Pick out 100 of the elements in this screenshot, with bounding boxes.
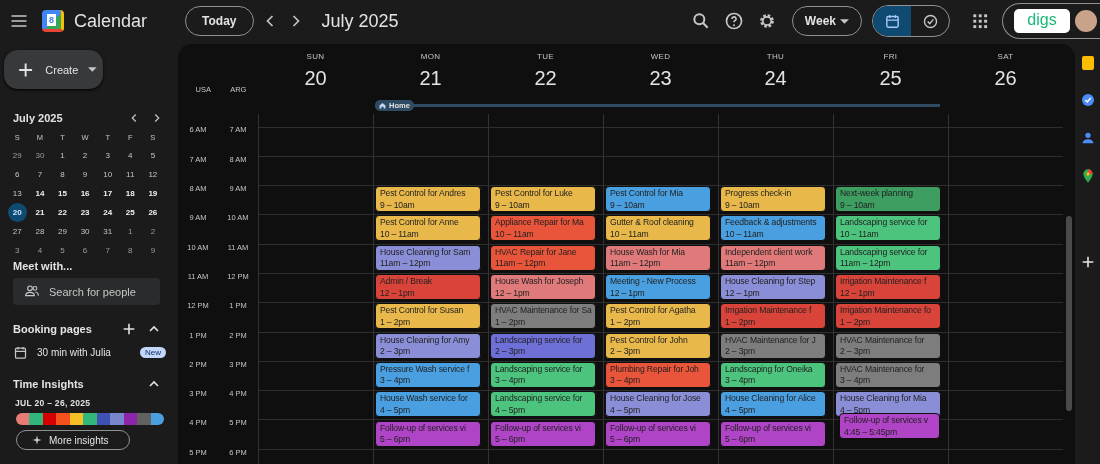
event-block[interactable]: House Cleaning for Jose 4 – 5pm bbox=[605, 391, 711, 418]
event-block[interactable]: Plumbing Repair for Joh 3 – 4pm bbox=[605, 361, 711, 388]
event-block[interactable]: House Cleaning for Alice 4 – 5pm bbox=[720, 391, 826, 418]
date-cell[interactable]: 9 bbox=[73, 165, 97, 184]
event-block[interactable]: HVAC Maintenance for 3 – 4pm bbox=[835, 361, 941, 388]
event-block[interactable]: Gutter & Roof cleaning 10 – 11am bbox=[605, 215, 711, 242]
event-block[interactable]: House Cleaning for Step 12 – 1pm bbox=[720, 274, 826, 301]
help-icon[interactable] bbox=[723, 11, 744, 31]
event-block[interactable]: Landscaping service for 11am – 12pm bbox=[835, 244, 941, 271]
event-block[interactable]: Follow-up of services vi 5 – 6pm bbox=[375, 420, 481, 447]
people-search-field[interactable]: Search for people bbox=[13, 278, 160, 305]
check-circle-icon[interactable] bbox=[1079, 92, 1096, 108]
event-block[interactable]: Progress check-in 9 – 10am bbox=[720, 186, 826, 213]
event-block[interactable]: Landscaping for Oneika 3 – 4pm bbox=[720, 361, 826, 388]
date-number[interactable]: 21 bbox=[419, 67, 442, 90]
event-block[interactable]: Irrigation Maintenance f 12 – 1pm bbox=[835, 274, 941, 301]
date-cell[interactable]: 9 bbox=[141, 241, 165, 260]
date-cell[interactable]: 3 bbox=[96, 146, 119, 165]
event-block[interactable]: Landscaping service for 2 – 3pm bbox=[490, 332, 596, 359]
date-cell[interactable]: 3 bbox=[6, 241, 29, 260]
event-block[interactable]: House Cleaning for Sam 11am – 12pm bbox=[375, 244, 481, 271]
date-cell[interactable]: 26 bbox=[141, 203, 165, 222]
scrollbar[interactable] bbox=[1066, 216, 1072, 412]
event-block[interactable]: House Cleaning for Amy 2 – 3pm bbox=[375, 332, 481, 359]
date-number[interactable]: 23 bbox=[649, 67, 672, 90]
date-cell[interactable]: 24 bbox=[96, 203, 119, 222]
date-cell[interactable]: 7 bbox=[28, 165, 52, 184]
event-block[interactable]: Follow-up of services v 4:45 – 5:45pm bbox=[839, 413, 940, 440]
plus-icon[interactable] bbox=[121, 321, 137, 337]
date-cell[interactable]: 15 bbox=[51, 184, 74, 203]
date-cell[interactable]: 25 bbox=[118, 203, 142, 222]
date-cell[interactable]: 1 bbox=[118, 222, 142, 241]
date-cell[interactable]: 30 bbox=[73, 222, 97, 241]
event-block[interactable]: House Wash for Mia 11am – 12pm bbox=[605, 244, 711, 271]
event-block[interactable]: Irrigation Maintenance fo 1 – 2pm bbox=[835, 303, 941, 330]
event-block[interactable]: Follow-up of services vi 5 – 6pm bbox=[720, 420, 826, 447]
date-cell[interactable]: 8 bbox=[118, 241, 142, 260]
date-cell[interactable]: 13 bbox=[6, 184, 29, 203]
event-block[interactable]: Pest Control for Susan 1 – 2pm bbox=[375, 303, 481, 330]
event-block[interactable]: HVAC Maintenance for Sa 1 – 2pm bbox=[490, 303, 596, 330]
date-cell[interactable]: 6 bbox=[6, 165, 29, 184]
date-cell[interactable]: 22 bbox=[51, 203, 74, 222]
event-block[interactable]: Pest Control for Mia 9 – 10am bbox=[605, 186, 711, 213]
event-block[interactable]: Pest Control for Anne 10 – 11am bbox=[375, 215, 481, 242]
event-block[interactable]: House Wash for Joseph 12 – 1pm bbox=[490, 274, 596, 301]
date-cell[interactable]: 2 bbox=[73, 146, 97, 165]
create-button[interactable]: Create bbox=[4, 50, 103, 89]
date-number[interactable]: 22 bbox=[534, 67, 557, 90]
event-block[interactable]: Landscaping service for 10 – 11am bbox=[835, 215, 941, 242]
date-number[interactable]: 24 bbox=[764, 67, 787, 90]
date-cell[interactable]: 21 bbox=[28, 203, 52, 222]
event-block[interactable]: Independent client work 11am – 12pm bbox=[720, 244, 826, 271]
date-number[interactable]: 20 bbox=[304, 67, 327, 90]
event-block[interactable]: HVAC Maintenance for J 2 – 3pm bbox=[720, 332, 826, 359]
date-cell[interactable]: 5 bbox=[141, 146, 165, 165]
calendar-view-toggle[interactable] bbox=[873, 6, 911, 36]
date-cell[interactable]: 29 bbox=[51, 222, 74, 241]
date-number[interactable]: 25 bbox=[879, 67, 902, 90]
date-number[interactable]: 26 bbox=[994, 67, 1017, 90]
event-block[interactable]: Pressure Wash service f 3 – 4pm bbox=[375, 361, 481, 388]
date-cell[interactable]: 12 bbox=[141, 165, 165, 184]
date-cell[interactable]: 7 bbox=[96, 241, 119, 260]
event-block[interactable]: House Wash service for 4 – 5pm bbox=[375, 391, 481, 418]
date-cell[interactable]: 6 bbox=[73, 241, 97, 260]
event-block[interactable]: Next-week planning 9 – 10am bbox=[835, 186, 941, 213]
event-block[interactable]: Landscaping service for 3 – 4pm bbox=[490, 361, 596, 388]
event-block[interactable]: Admin / Break 12 – 1pm bbox=[375, 274, 481, 301]
event-block[interactable]: Irrigation Maintenance f 1 – 2pm bbox=[720, 303, 826, 330]
date-cell[interactable]: 4 bbox=[118, 146, 142, 165]
apps-grid-icon[interactable] bbox=[970, 11, 990, 31]
event-block[interactable]: HVAC Repair for Jane 11am – 12pm bbox=[490, 244, 596, 271]
avatar[interactable] bbox=[1075, 10, 1097, 32]
event-block[interactable]: Landscaping service for 4 – 5pm bbox=[490, 391, 596, 418]
date-cell[interactable]: 23 bbox=[73, 203, 97, 222]
event-block[interactable]: Pest Control for Andres 9 – 10am bbox=[375, 186, 481, 213]
date-cell[interactable]: 31 bbox=[96, 222, 119, 241]
date-cell[interactable]: 14 bbox=[28, 184, 52, 203]
note-icon[interactable] bbox=[1081, 56, 1094, 70]
date-cell[interactable]: 19 bbox=[141, 184, 165, 203]
event-block[interactable]: Pest Control for John 2 – 3pm bbox=[605, 332, 711, 359]
date-cell[interactable]: 20 bbox=[7, 203, 27, 222]
event-block[interactable]: Feedback & adjustments 10 – 11am bbox=[720, 215, 826, 242]
event-block[interactable]: Pest Control for Agatha 1 – 2pm bbox=[605, 303, 711, 330]
date-cell[interactable]: 28 bbox=[28, 222, 52, 241]
event-block[interactable]: Pest Control for Luke 9 – 10am bbox=[490, 186, 596, 213]
date-cell[interactable]: 5 bbox=[51, 241, 74, 260]
date-cell[interactable]: 8 bbox=[51, 165, 74, 184]
date-cell[interactable]: 2 bbox=[141, 222, 165, 241]
date-cell[interactable]: 30 bbox=[28, 146, 52, 165]
event-block[interactable]: Follow-up of services vi 5 – 6pm bbox=[490, 420, 596, 447]
date-cell[interactable]: 10 bbox=[96, 165, 119, 184]
event-block[interactable]: Meeting - New Process 12 – 1pm bbox=[605, 274, 711, 301]
booking-page-link[interactable]: 30 min with Julia bbox=[37, 347, 131, 358]
date-cell[interactable]: 1 bbox=[51, 146, 74, 165]
event-block[interactable]: Follow-up of services vi 5 – 6pm bbox=[605, 420, 711, 447]
search-icon[interactable] bbox=[690, 11, 711, 31]
date-cell[interactable]: 11 bbox=[118, 165, 142, 184]
date-cell[interactable]: 18 bbox=[118, 184, 142, 203]
date-cell[interactable]: 16 bbox=[73, 184, 97, 203]
date-cell[interactable]: 27 bbox=[6, 222, 29, 241]
